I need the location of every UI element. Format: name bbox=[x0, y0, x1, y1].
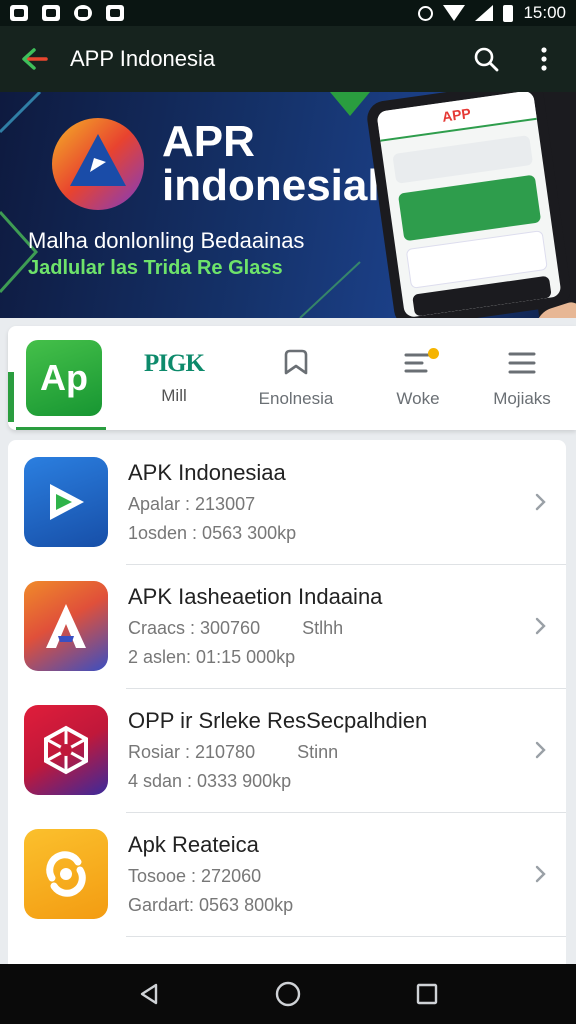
message-notification-icon bbox=[106, 5, 124, 21]
system-nav-bar bbox=[0, 964, 576, 1024]
app-size: Gardart: 0563 800kp bbox=[128, 895, 294, 915]
phone-card bbox=[397, 174, 542, 242]
list-item[interactable]: Apk Reateica Tosooe : 272060 Gardart: 05… bbox=[8, 812, 566, 936]
app-meta: Rosiar : 210780 bbox=[128, 742, 256, 762]
app-title: Apk Reateica bbox=[128, 832, 259, 857]
list-item[interactable]: OPP ir Srleke ResSecpalhdien Rosiar : 21… bbox=[8, 688, 566, 812]
circle-home-icon bbox=[275, 981, 301, 1007]
banner-title-line1: APR bbox=[162, 117, 255, 166]
menu-icon bbox=[508, 352, 536, 374]
app-size: 2 aslen: 01:15 000kp bbox=[128, 647, 296, 667]
chevron-right-icon bbox=[535, 493, 546, 511]
promo-banner[interactable]: APR indonesial Malha donlonling Bedaaina… bbox=[0, 92, 576, 318]
more-options-icon[interactable] bbox=[530, 45, 558, 73]
list-item-partial[interactable] bbox=[8, 936, 566, 964]
banner-title: APR indonesial bbox=[162, 120, 380, 208]
tab-apk[interactable]: PIGK Mill bbox=[126, 326, 222, 430]
letter-a-icon bbox=[24, 581, 108, 671]
phone-header: APP bbox=[376, 92, 537, 142]
tab-label: Woke bbox=[396, 389, 440, 408]
play-icon bbox=[24, 457, 108, 547]
notification-badge bbox=[428, 348, 439, 359]
tab-label: Enolnesia bbox=[258, 389, 334, 408]
banner-subtitle: Malha donlonling Bedaainas bbox=[28, 228, 305, 253]
app-title: APK Indonesiaa bbox=[128, 460, 286, 485]
list-item[interactable]: APK Iasheaetion Indaaina Craacs : 300760… bbox=[8, 564, 566, 688]
mail-notification-icon bbox=[42, 5, 60, 21]
image-notification-icon bbox=[10, 5, 28, 21]
tab-label: Mojiaks bbox=[493, 389, 551, 408]
page-title: APP Indonesia bbox=[70, 46, 216, 71]
chevron-right-icon bbox=[535, 617, 546, 635]
brand-logo-icon bbox=[52, 118, 144, 210]
app-meta-extra: Stinn bbox=[297, 742, 339, 762]
back-arrow-icon[interactable] bbox=[18, 43, 50, 75]
tab-accent bbox=[8, 372, 14, 422]
notification-icons bbox=[10, 5, 124, 21]
app-size: 4 sdan : 0333 900kp bbox=[128, 771, 292, 791]
app-size: 1osden : 0563 300kp bbox=[128, 523, 297, 543]
banner-title-line2: indonesial bbox=[162, 161, 380, 210]
tab-indonesia[interactable]: Enolnesia bbox=[238, 326, 354, 430]
status-bar: 15:00 bbox=[0, 0, 576, 26]
app-meta-extra: Stlhh bbox=[302, 618, 344, 638]
battery-icon bbox=[503, 4, 514, 22]
nav-back-button[interactable] bbox=[134, 979, 164, 1009]
tab-selected-indicator bbox=[16, 427, 106, 430]
app-meta: Craacs : 300760 bbox=[128, 618, 261, 638]
app-list: APK Indonesiaa Apalar : 213007 1osden : … bbox=[8, 440, 566, 964]
apk-mark: PIGK bbox=[144, 350, 205, 377]
tab-label: Mill bbox=[161, 386, 187, 405]
signal-icon bbox=[475, 5, 494, 21]
alarm-icon bbox=[418, 5, 434, 21]
nav-recents-button[interactable] bbox=[412, 979, 442, 1009]
wifi-icon bbox=[443, 5, 466, 21]
app-bar: APP Indonesia bbox=[0, 26, 576, 92]
category-tabs: Ap PIGK Mill Enolnesia Woke Mojiaks bbox=[8, 326, 576, 430]
phone-card bbox=[392, 134, 534, 184]
app-title: APK Iasheaetion Indaaina bbox=[128, 584, 383, 609]
app-meta: Tosooe : 272060 bbox=[128, 866, 262, 886]
chevron-right-icon bbox=[535, 741, 546, 759]
tab-more[interactable]: Mojiaks bbox=[476, 326, 568, 430]
search-icon[interactable] bbox=[472, 45, 500, 73]
app-notification-icon bbox=[74, 5, 92, 21]
bookmark-icon bbox=[284, 349, 308, 375]
phone-mockup: APP bbox=[365, 92, 573, 318]
square-recents-icon bbox=[416, 983, 437, 1005]
app-title: OPP ir Srleke ResSecpalhdien bbox=[128, 708, 428, 733]
cube-icon bbox=[24, 705, 108, 795]
tab-woke[interactable]: Woke bbox=[370, 326, 466, 430]
sync-icon bbox=[24, 829, 108, 919]
app-meta: Apalar : 213007 bbox=[128, 494, 256, 514]
nav-home-button[interactable] bbox=[273, 979, 303, 1009]
banner-tagline: Jadlular las Trida Re Glass bbox=[28, 257, 283, 279]
triangle-back-icon bbox=[141, 983, 158, 1005]
status-time: 15:00 bbox=[523, 3, 566, 22]
list-item[interactable]: APK Indonesiaa Apalar : 213007 1osden : … bbox=[8, 440, 566, 564]
chevron-right-icon bbox=[535, 865, 546, 883]
app-logo[interactable]: Ap bbox=[26, 340, 102, 416]
